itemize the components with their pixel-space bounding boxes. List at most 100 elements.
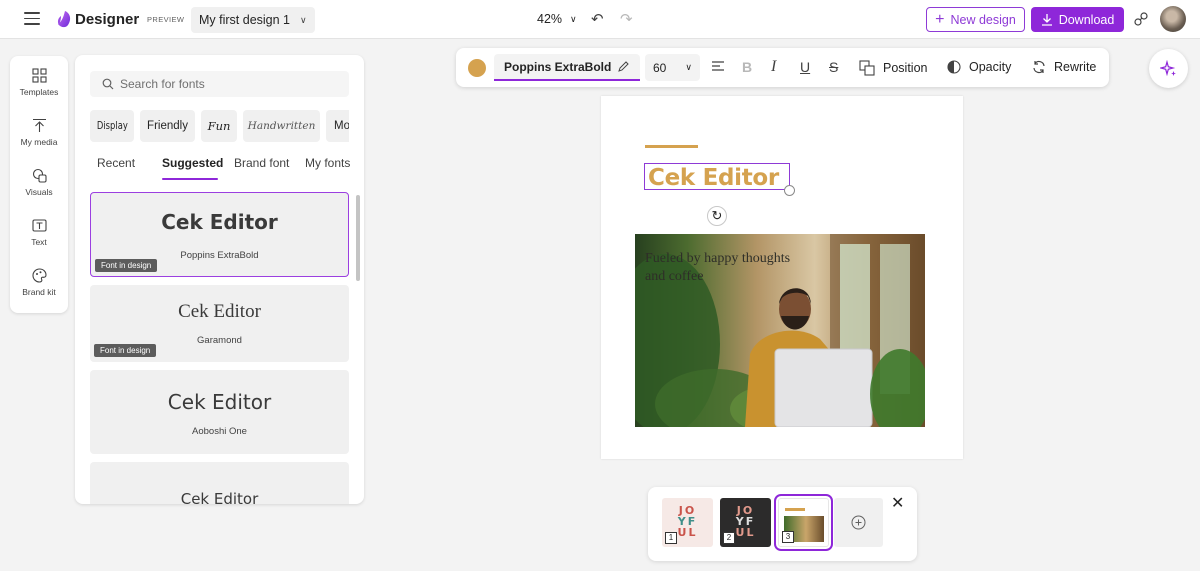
tab-recent[interactable]: Recent xyxy=(97,156,135,170)
add-circle-icon xyxy=(851,515,866,530)
fonts-panel-scrollbar[interactable] xyxy=(356,195,360,281)
underline-icon[interactable]: U xyxy=(800,59,810,75)
font-name: Aoboshi One xyxy=(192,426,247,437)
add-page-button[interactable] xyxy=(834,498,883,547)
font-sample: Cek Editor xyxy=(178,301,261,322)
chevron-down-icon: ∨ xyxy=(685,62,692,72)
page-thumbnail-1[interactable]: JO YF UL 1 xyxy=(662,498,713,547)
rail-label: Visuals xyxy=(25,187,53,197)
font-card-poppins-extrabold[interactable]: Cek Editor Poppins ExtraBold Font in des… xyxy=(90,192,349,277)
chip-label: Mo xyxy=(334,120,349,132)
search-icon xyxy=(102,78,114,90)
font-tabs: Recent Suggested Brand font My fonts xyxy=(90,156,360,182)
pencil-icon xyxy=(618,61,630,72)
rewrite-icon xyxy=(1033,60,1045,74)
rail-label: Brand kit xyxy=(22,287,56,297)
opacity-icon xyxy=(947,60,961,74)
chip-fun[interactable]: Fun xyxy=(201,110,237,142)
strikethrough-icon[interactable]: S xyxy=(829,59,838,75)
rail-label: My media xyxy=(20,137,58,147)
hamburger-menu-icon[interactable] xyxy=(24,12,40,26)
font-card-garamond[interactable]: Cek Editor Garamond Font in design xyxy=(90,285,349,362)
page-number: 1 xyxy=(665,532,677,544)
zoom-level: 42% xyxy=(537,12,563,26)
canvas-photo[interactable]: Fueled by happy thoughts and coffee xyxy=(635,234,925,427)
page-number: 3 xyxy=(782,531,794,543)
rail-label: Templates xyxy=(19,87,59,97)
chip-handwritten[interactable]: Handwritten xyxy=(243,110,320,142)
designer-logo-icon xyxy=(57,11,71,28)
active-tab-indicator xyxy=(162,178,218,180)
user-avatar[interactable] xyxy=(1160,6,1186,32)
opacity-button[interactable]: Opacity xyxy=(947,60,1011,74)
preview-tag: PREVIEW xyxy=(147,15,185,24)
font-search-box xyxy=(90,71,349,97)
align-left-icon[interactable] xyxy=(711,59,725,73)
chip-label: Friendly xyxy=(147,120,188,132)
undo-icon[interactable]: ↶ xyxy=(591,10,604,28)
chip-display[interactable]: Display xyxy=(90,110,134,142)
new-design-label: New design xyxy=(950,12,1016,27)
rotate-handle-icon[interactable]: ↻ xyxy=(707,206,727,226)
new-design-button[interactable]: + New design xyxy=(926,7,1025,32)
italic-icon[interactable]: I xyxy=(771,59,776,75)
photo-caption-text[interactable]: Fueled by happy thoughts and coffee xyxy=(645,250,795,286)
close-icon[interactable]: ✕ xyxy=(891,496,904,512)
page-thumbnail-2[interactable]: JO YF UL 2 xyxy=(720,498,771,547)
tab-brand-font[interactable]: Brand font xyxy=(234,156,289,170)
bold-icon[interactable]: B xyxy=(742,59,752,75)
page-thumbnail-3[interactable]: 3 xyxy=(774,494,833,551)
rail-item-brand-kit[interactable]: Brand kit xyxy=(10,268,68,297)
rail-label: Text xyxy=(31,237,47,247)
download-label: Download xyxy=(1058,12,1115,27)
rail-item-text[interactable]: Text xyxy=(10,218,68,247)
font-size-value: 60 xyxy=(653,60,667,75)
design-name-dropdown[interactable]: My first design 1 ∨ xyxy=(191,7,315,33)
rail-item-templates[interactable]: Templates xyxy=(10,68,68,97)
design-name-label: My first design 1 xyxy=(199,13,291,27)
font-category-chips: Display Friendly Fun Handwritten Mo xyxy=(90,110,349,142)
font-family-select[interactable]: Poppins ExtraBold xyxy=(494,54,640,81)
templates-icon xyxy=(31,68,47,83)
font-sample: Cek Editor xyxy=(180,490,259,504)
opacity-label: Opacity xyxy=(969,60,1012,74)
tab-suggested[interactable]: Suggested xyxy=(162,156,223,170)
share-icon[interactable] xyxy=(1133,11,1149,27)
font-sample: Cek Editor xyxy=(161,210,278,234)
fonts-panel: Display Friendly Fun Handwritten Mo Rece… xyxy=(75,55,364,504)
position-button[interactable]: Position xyxy=(859,60,927,76)
pages-strip: JO YF UL 1 JO YF UL 2 3 ✕ xyxy=(648,487,917,561)
text-color-swatch[interactable] xyxy=(468,59,486,77)
font-search-input[interactable] xyxy=(120,77,340,91)
design-canvas[interactable]: Cek Editor ↻ Fueled by happy thoughts an… xyxy=(601,96,963,459)
redo-icon[interactable]: ↷ xyxy=(620,10,633,28)
position-icon xyxy=(859,60,875,76)
chip-friendly[interactable]: Friendly xyxy=(140,110,195,142)
font-card-partial[interactable]: Cek Editor xyxy=(90,462,349,504)
selected-text-box[interactable]: Cek Editor xyxy=(644,163,790,191)
rail-item-my-media[interactable]: My media xyxy=(10,118,68,147)
canvas-title-text[interactable]: Cek Editor xyxy=(648,165,779,191)
zoom-dropdown[interactable]: 42% ∨ xyxy=(537,12,577,26)
download-icon xyxy=(1041,14,1052,26)
thumb-title-bar xyxy=(785,508,805,511)
chip-more[interactable]: Mo xyxy=(326,110,349,142)
position-label: Position xyxy=(883,61,928,75)
rewrite-label: Rewrite xyxy=(1054,60,1097,74)
accent-line[interactable] xyxy=(645,145,698,148)
download-button[interactable]: Download xyxy=(1031,7,1124,32)
left-tool-rail: Templates My media Visuals Text Brand ki… xyxy=(10,56,68,313)
plus-icon: + xyxy=(935,10,945,28)
rewrite-button[interactable]: Rewrite xyxy=(1032,60,1096,74)
chevron-down-icon: ∨ xyxy=(570,13,577,24)
text-icon xyxy=(31,219,47,232)
font-card-aoboshi-one[interactable]: Cek Editor Aoboshi One xyxy=(90,370,349,454)
font-size-select[interactable]: 60 ∨ xyxy=(645,54,700,81)
resize-handle[interactable] xyxy=(784,185,795,196)
copilot-button[interactable] xyxy=(1149,49,1188,88)
font-in-design-badge: Font in design xyxy=(95,259,158,272)
font-in-design-badge: Font in design xyxy=(94,344,157,357)
tab-my-fonts[interactable]: My fonts xyxy=(305,156,350,170)
rail-item-visuals[interactable]: Visuals xyxy=(10,168,68,197)
palette-icon xyxy=(31,268,47,283)
